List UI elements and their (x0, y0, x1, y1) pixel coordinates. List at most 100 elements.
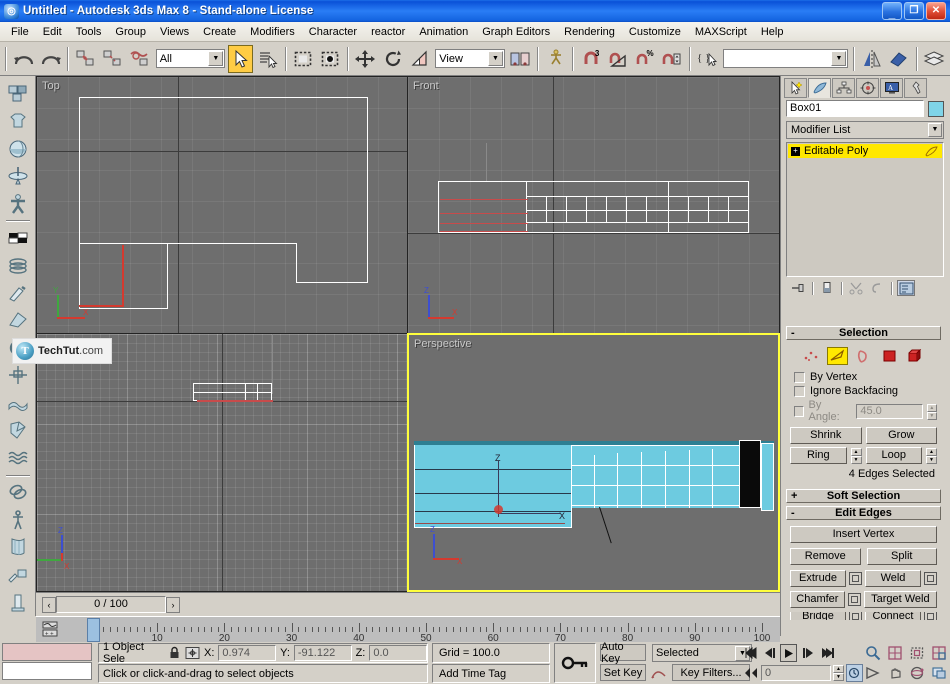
connect-settings-icon[interactable] (924, 612, 937, 620)
polygon-level-icon[interactable] (879, 347, 900, 365)
add-time-tag-button[interactable]: Add Time Tag (432, 664, 550, 683)
spinning-top-icon[interactable] (3, 162, 33, 189)
column-icon[interactable] (3, 588, 33, 615)
loop-spinner[interactable]: ▲ ▼ (926, 447, 937, 464)
select-and-manipulate-icon[interactable] (543, 45, 568, 73)
y-coordinate-field[interactable]: -91.122 (293, 645, 352, 661)
prev-key-button[interactable]: ‹ (42, 596, 56, 613)
chevron-down-icon[interactable]: ▼ (208, 51, 224, 66)
shrink-button[interactable]: Shrink (790, 427, 862, 444)
bind-to-space-warp-icon[interactable] (128, 45, 153, 73)
extrude-settings-icon[interactable] (849, 572, 862, 585)
menu-animation[interactable]: Animation (412, 24, 475, 40)
frame-display[interactable]: 0 / 100 (56, 596, 166, 613)
time-configuration-icon[interactable] (846, 664, 863, 682)
next-frame-icon[interactable] (799, 644, 816, 662)
selection-lock-icon[interactable] (168, 646, 181, 660)
checkbox-icon[interactable] (794, 405, 805, 417)
bridge-settings-icon[interactable] (849, 612, 862, 620)
chamfer-button[interactable]: Chamfer (790, 591, 845, 608)
border-level-icon[interactable] (853, 347, 874, 365)
minimize-button[interactable]: _ (882, 2, 902, 20)
current-frame-spinner[interactable]: ▲ ▼ (833, 665, 844, 681)
menu-views[interactable]: Views (153, 24, 196, 40)
undo-icon[interactable] (11, 45, 36, 73)
expand-icon[interactable]: + (791, 146, 800, 156)
by-angle-field[interactable]: 45.0 (856, 403, 923, 419)
ring-spinner[interactable]: ▲ ▼ (850, 447, 862, 464)
goto-end-icon[interactable] (818, 644, 835, 662)
configure-modifier-sets-icon[interactable] (897, 280, 915, 296)
menu-help[interactable]: Help (754, 24, 791, 40)
edge-level-icon[interactable] (827, 347, 848, 365)
checkbox-icon[interactable] (794, 371, 805, 383)
wave-icon[interactable] (3, 444, 33, 471)
select-by-name-icon[interactable] (255, 45, 280, 73)
wedge-icon[interactable] (3, 307, 33, 334)
menu-character[interactable]: Character (302, 24, 364, 40)
key-timeline-icon[interactable] (742, 664, 759, 682)
menu-edit[interactable]: Edit (36, 24, 69, 40)
zoom-icon[interactable] (862, 643, 883, 662)
chevron-down-icon[interactable]: ▼ (831, 51, 847, 66)
grow-button[interactable]: Grow (865, 427, 937, 444)
display-tab-icon[interactable]: A (880, 78, 903, 98)
rollout-toggle-icon[interactable]: - (791, 327, 795, 339)
chamfer-settings-icon[interactable] (847, 593, 861, 606)
menu-maxscript[interactable]: MAXScript (688, 24, 754, 40)
checkbox-icon[interactable] (794, 385, 805, 397)
weld-settings-icon[interactable] (924, 572, 937, 585)
goto-start-icon[interactable] (742, 644, 759, 662)
curved-surface-icon[interactable] (3, 533, 33, 560)
zoom-region-icon[interactable] (928, 643, 949, 662)
insert-vertex-button[interactable]: Insert Vertex (790, 526, 937, 543)
layer-manager-icon[interactable] (922, 45, 947, 73)
coordinate-system-combo[interactable]: View ▼ (435, 49, 505, 68)
object-color-swatch[interactable] (928, 100, 944, 117)
menu-customize[interactable]: Customize (622, 24, 688, 40)
pan-icon[interactable] (884, 663, 905, 682)
selection-filter-combo[interactable]: All ▼ (155, 49, 226, 68)
time-ruler[interactable]: + + 0102030405060708090100 (36, 616, 780, 642)
loop-button[interactable]: Loop (865, 447, 922, 464)
menu-create[interactable]: Create (196, 24, 243, 40)
utilities-tab-icon[interactable] (904, 78, 927, 98)
window-crossing-icon[interactable] (318, 45, 343, 73)
checkbox-by-angle[interactable]: By Angle: 45.0 ▲ ▼ (790, 398, 937, 424)
spinner-snap-toggle-icon[interactable] (660, 45, 685, 73)
mini-curve-editor-icon[interactable]: + + (40, 619, 60, 639)
next-key-button[interactable]: › (166, 596, 180, 613)
modifier-list-combo[interactable]: Modifier List ▼ (786, 121, 944, 139)
target-weld-button[interactable]: Target Weld (863, 591, 937, 608)
rollout-toggle-icon[interactable]: - (791, 507, 795, 519)
knife-icon[interactable] (3, 279, 33, 306)
restore-button[interactable]: ❐ (904, 2, 924, 20)
selection-set-combo[interactable]: Selected ▼ (652, 644, 752, 662)
key-filters-button[interactable]: Key Filters... (672, 664, 750, 681)
motion-tab-icon[interactable] (856, 78, 879, 98)
maximize-viewport-toggle-icon[interactable] (928, 663, 949, 682)
rollout-header-edit-edges[interactable]: - Edit Edges (786, 506, 941, 520)
rectangular-selection-region-icon[interactable] (291, 45, 316, 73)
set-key-curve-icon[interactable] (650, 664, 668, 681)
checkbox-by-vertex[interactable]: By Vertex (790, 370, 937, 384)
remove-button[interactable]: Remove (790, 548, 861, 565)
maxscript-listener-output[interactable] (2, 643, 92, 661)
zoom-all-icon[interactable] (884, 643, 905, 662)
show-end-result-icon[interactable] (818, 280, 836, 296)
rollout-header-soft-selection[interactable]: + Soft Selection (786, 489, 941, 503)
maxscript-listener-input[interactable] (2, 662, 92, 680)
compass-icon[interactable] (3, 362, 33, 389)
menu-modifiers[interactable]: Modifiers (243, 24, 302, 40)
skeleton-icon[interactable] (3, 506, 33, 533)
chevron-down-icon[interactable]: ▼ (928, 123, 942, 137)
coil-icon[interactable] (3, 252, 33, 279)
create-tab-icon[interactable] (784, 78, 807, 98)
viewport-front[interactable]: Front Z X (407, 76, 780, 334)
angle-snap-toggle-icon[interactable] (605, 45, 630, 73)
align-icon[interactable] (887, 45, 912, 73)
unlink-selection-icon[interactable] (100, 45, 125, 73)
checkbox-ignore-backfacing[interactable]: Ignore Backfacing (790, 384, 937, 398)
select-and-move-icon[interactable] (353, 45, 378, 73)
current-frame-field[interactable]: 0 (761, 665, 831, 681)
